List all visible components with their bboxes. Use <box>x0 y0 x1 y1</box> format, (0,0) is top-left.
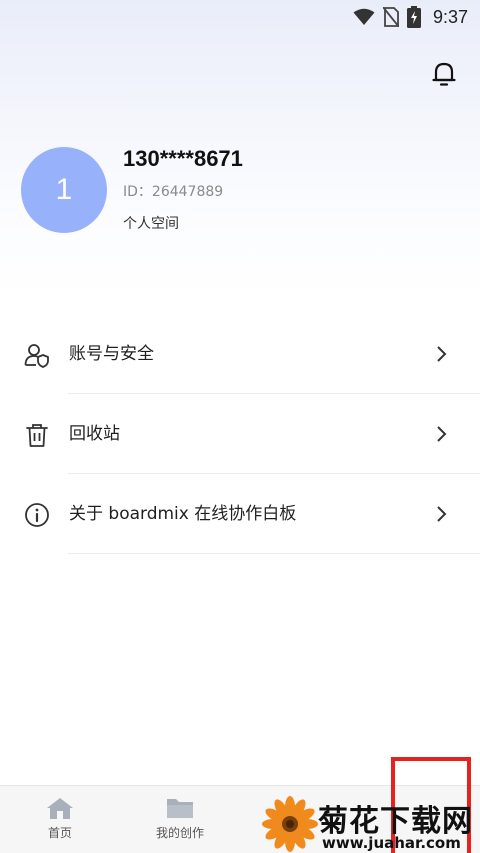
tab-home[interactable]: 首页 <box>0 786 120 853</box>
folder-icon <box>167 799 193 818</box>
divider <box>68 553 480 554</box>
tab-label: 首页 <box>47 826 72 840</box>
chevron-right-icon <box>437 426 447 442</box>
trash-icon <box>24 422 50 448</box>
tab-my-creations[interactable]: 我的创作 <box>120 786 240 853</box>
home-icon <box>47 798 73 819</box>
menu-item-label: 关于 boardmix 在线协作白板 <box>69 504 297 524</box>
menu-item-account-security[interactable]: 账号与安全 <box>0 314 480 394</box>
menu-item-label: 账号与安全 <box>69 344 154 364</box>
chevron-right-icon <box>437 506 447 522</box>
info-icon <box>24 502 50 528</box>
watermark-url: www.juahar.com <box>322 834 461 852</box>
username: 130****8671 <box>123 146 243 171</box>
notification-button[interactable] <box>428 58 460 90</box>
menu-item-about[interactable]: 关于 boardmix 在线协作白板 <box>0 474 480 554</box>
user-shield-icon <box>24 342 50 368</box>
status-bar: 9:37 <box>0 0 480 34</box>
tab-label: 我的创作 <box>155 826 204 840</box>
battery-charging-icon <box>406 6 421 28</box>
watermark: 菊花下载网 www.juahar.com <box>262 796 480 853</box>
personal-space-label[interactable]: 个人空间 <box>123 213 179 233</box>
avatar-initial: 1 <box>55 173 73 206</box>
settings-menu: 账号与安全 回收站 关于 boardmix 在线协作白板 <box>0 314 480 554</box>
status-time: 9:37 <box>432 6 468 27</box>
no-sim-icon <box>382 7 399 27</box>
menu-item-recycle-bin[interactable]: 回收站 <box>0 394 480 474</box>
user-id: ID：26447889 <box>123 184 224 200</box>
avatar[interactable]: 1 <box>21 147 107 233</box>
flower-logo-icon <box>262 796 318 852</box>
wifi-icon <box>353 8 375 25</box>
menu-item-label: 回收站 <box>69 424 120 444</box>
bell-icon <box>432 62 456 86</box>
chevron-right-icon <box>437 346 447 362</box>
